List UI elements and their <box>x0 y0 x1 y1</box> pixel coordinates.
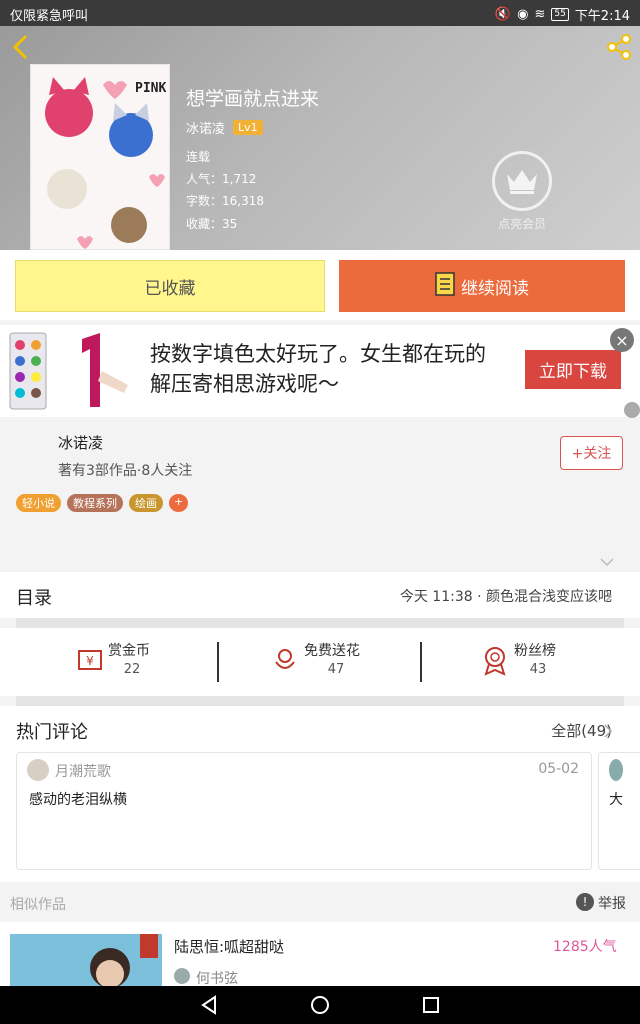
catalog-latest-chapter: 今天 11:38 · 颜色混合浅变应该吧 <box>399 589 612 605</box>
similar-item-title[interactable]: 陆思恒:呱超甜哒 <box>174 936 284 957</box>
eye-icon: ◉ <box>517 7 529 22</box>
comment-user[interactable]: 月潮荒歌 <box>55 761 111 781</box>
comment-card[interactable]: 月潮荒歌 05-02 感动的老泪纵横 <box>16 752 592 870</box>
reward-flower[interactable]: 免费送花 47 <box>220 638 420 686</box>
avatar[interactable] <box>27 759 49 781</box>
back-icon[interactable] <box>10 32 32 66</box>
all-comments-link[interactable]: 全部(49) <box>551 720 612 741</box>
tag-tutorial-series[interactable]: 教程系列 <box>67 494 123 512</box>
author-section: 冰诺凌 著有3部作品·8人关注 +关注 轻小说 教程系列 绘画 + <box>0 402 640 572</box>
report-icon: ! <box>576 893 594 911</box>
author-level-badge: Lv1 <box>233 120 263 135</box>
book-title: 想学画就点进来 <box>186 88 320 110</box>
feedback-icon[interactable] <box>624 402 640 418</box>
comments-title: 热门评论 <box>16 722 88 743</box>
status-emergency-text: 仅限紧急呼叫 <box>10 9 89 24</box>
cover-text: PINK <box>135 81 167 96</box>
favorited-button[interactable]: 已收藏 <box>15 260 325 312</box>
chevron-right-icon <box>604 723 613 742</box>
share-icon[interactable] <box>604 32 634 66</box>
flower-icon <box>272 646 298 676</box>
system-nav-bar <box>0 986 640 1024</box>
follow-button[interactable]: +关注 <box>560 436 623 470</box>
report-button[interactable]: 举报 <box>598 893 626 913</box>
book-status: 连载 <box>186 150 211 164</box>
reward-coin[interactable]: ¥ 赏金币 22 <box>0 638 200 686</box>
book-header: PINK 想学画就点进来 冰诺凌 Lv1 连载 人气：1,712 字数：16,3… <box>0 26 640 250</box>
crown-icon <box>492 151 552 211</box>
divider <box>16 696 624 706</box>
vip-label: 点亮会员 <box>497 217 546 231</box>
rewards-bar: ¥ 赏金币 22 免费送花 47 粉丝榜 43 <box>0 628 640 696</box>
book-favorites: 收藏：35 <box>186 217 238 231</box>
avatar[interactable] <box>609 759 623 781</box>
svg-text:¥: ¥ <box>86 654 94 668</box>
comment-text: 感动的老泪纵横 <box>29 792 127 808</box>
coin-icon: ¥ <box>76 646 104 676</box>
catalog-title: 目录 <box>16 588 52 609</box>
book-icon <box>435 271 455 301</box>
ad-image <box>8 331 138 411</box>
similar-list: 陆思恒:呱超甜哒 1285人气 何书弦 <box>0 922 640 986</box>
catalog-row[interactable]: 目录 今天 11:38 · 颜色混合浅变应该吧 <box>0 572 640 618</box>
ad-close-icon[interactable]: × <box>610 328 634 352</box>
book-word-count: 字数：16,318 <box>186 194 264 208</box>
action-bar: 已收藏 继续阅读 <box>0 250 640 320</box>
author-name[interactable]: 冰诺凌 <box>58 432 103 453</box>
nav-home-icon[interactable] <box>310 995 330 1019</box>
similar-cover[interactable] <box>10 934 162 986</box>
reward-fan-ranking[interactable]: 粉丝榜 43 <box>424 638 624 686</box>
ad-download-button[interactable]: 立即下载 <box>525 350 621 389</box>
comment-date: 05-02 <box>538 761 579 777</box>
wifi-icon: ≋ <box>534 7 546 22</box>
author-info: 著有3部作品·8人关注 <box>58 463 193 479</box>
book-author[interactable]: 冰诺凌 <box>186 118 225 137</box>
status-time: 下午2:14 <box>574 9 630 24</box>
tag-list: 轻小说 教程系列 绘画 + <box>16 494 189 512</box>
similar-item-popularity: 1285人气 <box>553 939 617 955</box>
comment-card[interactable]: 大 <box>598 752 640 870</box>
divider <box>16 618 624 628</box>
divider <box>217 642 219 682</box>
continue-reading-button[interactable]: 继续阅读 <box>339 260 625 312</box>
battery-icon: 55 <box>551 8 569 21</box>
status-bar: 仅限紧急呼叫 🔇 ◉ ≋ 55 下午2:14 <box>0 0 640 26</box>
continue-reading-label: 继续阅读 <box>461 278 529 299</box>
add-tag-button[interactable]: + <box>169 494 189 512</box>
book-cover[interactable]: PINK <box>30 64 170 250</box>
tag-light-novel[interactable]: 轻小说 <box>16 494 61 512</box>
expand-chevron-icon[interactable] <box>600 552 614 571</box>
divider <box>420 642 422 682</box>
similar-item-author[interactable]: 何书弦 <box>196 968 238 986</box>
comment-text: 大 <box>609 792 623 808</box>
similar-header: 相似作品 ! 举报 <box>0 882 640 922</box>
medal-icon <box>482 646 508 680</box>
avatar <box>174 968 190 984</box>
ad-text: 按数字填色太好玩了。女生都在玩的解压寄相思游戏呢～ <box>150 342 486 396</box>
nav-back-icon[interactable] <box>200 995 218 1019</box>
vip-button[interactable]: 点亮会员 <box>492 151 552 232</box>
hot-comments-section: 热门评论 全部(49) 月潮荒歌 05-02 感动的老泪纵横 大 <box>0 706 640 882</box>
similar-title: 相似作品 <box>10 897 66 913</box>
book-popularity: 人气：1,712 <box>186 172 257 186</box>
mute-icon: 🔇 <box>494 7 512 22</box>
nav-recents-icon[interactable] <box>422 996 440 1018</box>
ad-banner[interactable]: 按数字填色太好玩了。女生都在玩的解压寄相思游戏呢～ 立即下载 × <box>0 325 640 417</box>
tag-drawing[interactable]: 绘画 <box>129 494 163 512</box>
chevron-right-icon <box>604 588 613 607</box>
